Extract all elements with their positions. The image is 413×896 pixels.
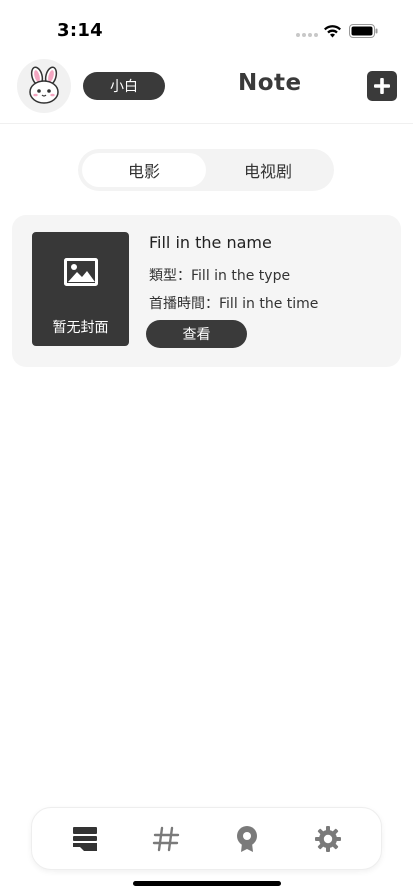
movie-name: Fill in the name [149, 233, 272, 252]
cellular-signal-icon [296, 33, 318, 37]
no-cover-label: 暂无封面 [52, 320, 109, 336]
nav-item-settings[interactable] [306, 817, 350, 861]
plus-icon [374, 78, 390, 94]
wifi-icon [324, 25, 341, 38]
movie-card[interactable]: 暂无封面 Fill in the name 類型：Fill in the typ… [12, 215, 401, 367]
cover-placeholder: 暂无封面 [32, 232, 129, 346]
tab-tv-series[interactable]: 电视剧 [206, 153, 330, 187]
category-tabs: 电影 电视剧 [78, 149, 334, 191]
status-bar: 3:14 [0, 0, 413, 56]
add-note-button[interactable] [367, 71, 397, 101]
notes-list-icon [72, 826, 97, 851]
battery-icon [349, 24, 378, 38]
bottom-nav [31, 807, 382, 870]
nav-item-notes[interactable] [63, 817, 107, 861]
user-name-badge[interactable]: 小白 [83, 72, 165, 100]
avatar[interactable] [17, 59, 71, 113]
hashtag-icon [152, 826, 180, 851]
app-header: 小白 Note [0, 56, 413, 124]
home-indicator [133, 881, 281, 886]
bunny-avatar-icon [29, 66, 59, 104]
movie-premiere-time: 首播時間：Fill in the time [149, 296, 319, 312]
status-time: 3:14 [57, 20, 103, 41]
nav-item-tags[interactable] [144, 817, 188, 861]
settings-gear-icon [315, 825, 342, 852]
page-title: Note [238, 70, 302, 96]
movie-type: 類型：Fill in the type [149, 268, 291, 284]
award-badge-icon [237, 825, 258, 852]
view-button[interactable]: 查看 [146, 320, 247, 348]
tab-movies[interactable]: 电影 [82, 153, 206, 187]
image-placeholder-icon [64, 258, 98, 286]
nav-item-awards[interactable] [225, 817, 269, 861]
